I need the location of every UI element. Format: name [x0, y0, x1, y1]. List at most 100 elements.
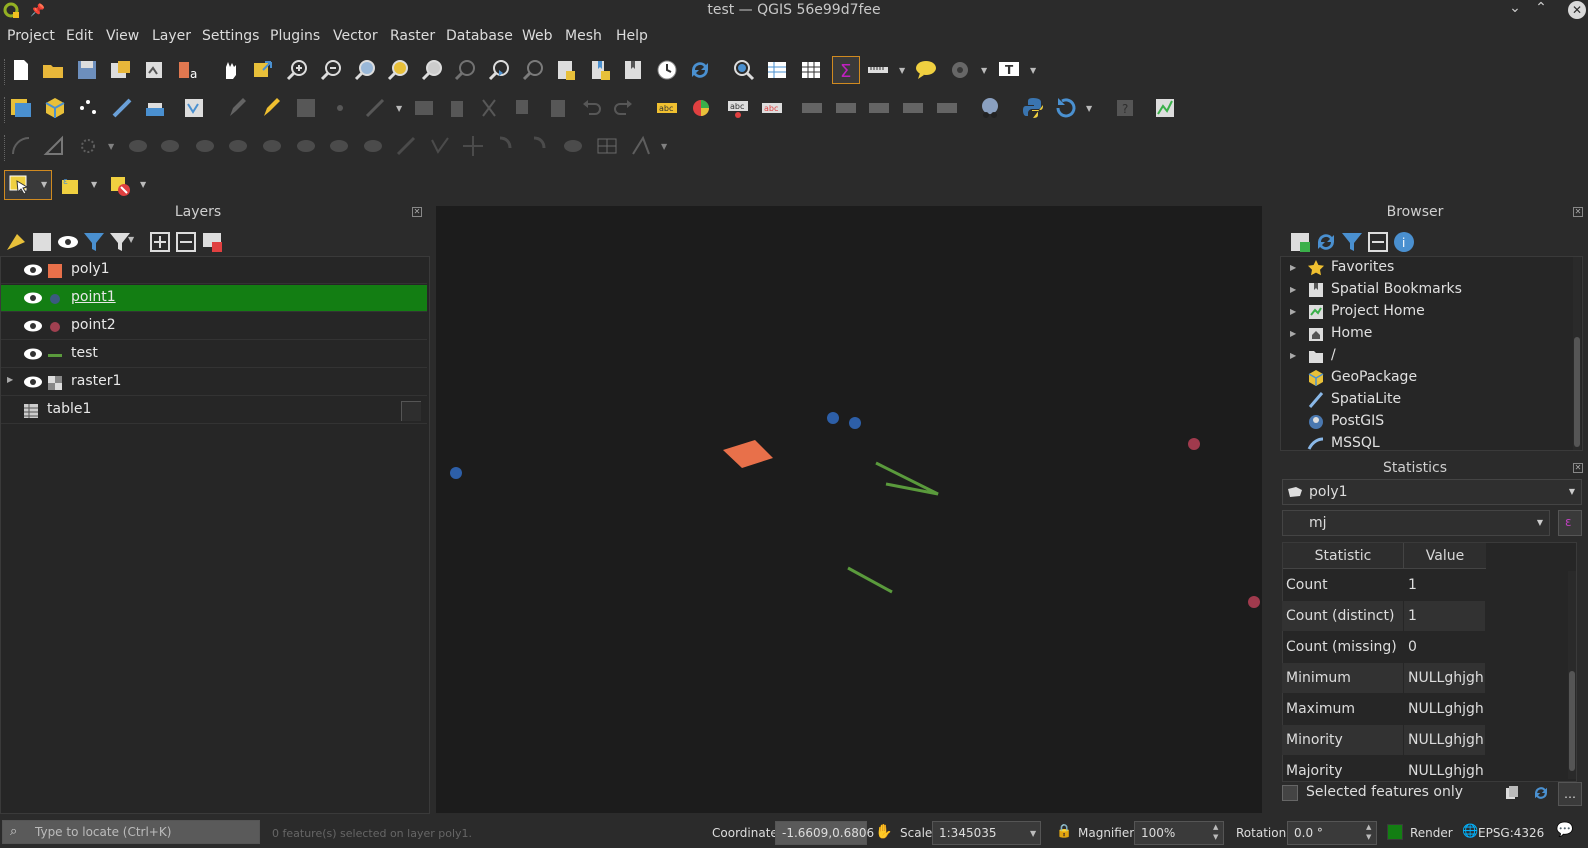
poly1-feature[interactable]	[723, 440, 773, 468]
lock-scale-icon[interactable]: 🔒	[1056, 824, 1072, 839]
scale-feature-icon[interactable]	[595, 134, 619, 158]
visibility-eye-icon[interactable]	[23, 319, 43, 333]
table-row[interactable]: Maximum NULLghjgh	[1282, 694, 1485, 725]
select-by-expression-dropdown-icon[interactable]: ▼	[91, 180, 97, 189]
toolbar-grip[interactable]	[4, 97, 7, 123]
layer-row-point1[interactable]: point1	[1, 285, 427, 312]
spinbox-arrows-icon[interactable]: ▲ ▼	[1366, 822, 1371, 842]
manage-visibility-icon[interactable]	[56, 230, 78, 248]
expression-button[interactable]: ε	[1558, 510, 1582, 536]
remove-layer-icon[interactable]	[200, 230, 222, 252]
expand-arrow-icon[interactable]: ▶	[1290, 329, 1296, 338]
statistical-summary-icon[interactable]: Σ	[832, 56, 860, 84]
show-bookmarks-icon[interactable]	[621, 58, 645, 82]
attribute-table-icon[interactable]	[765, 58, 789, 82]
zoom-out-icon[interactable]	[319, 58, 343, 82]
select-dropdown-icon[interactable]: ▼	[41, 180, 47, 189]
move-feature-icon[interactable]	[629, 134, 653, 158]
new-virtual-layer-icon[interactable]	[143, 96, 167, 120]
messages-icon[interactable]: 💬	[1556, 822, 1573, 838]
statistics-field-combo[interactable]: mj ▼	[1282, 510, 1550, 536]
menu-view[interactable]: View	[106, 28, 139, 44]
unpin-labels-icon[interactable]	[935, 96, 959, 120]
reshape-features-icon[interactable]	[126, 134, 150, 158]
vertex-tool-icon[interactable]	[363, 96, 387, 120]
minimize-button[interactable]: ⌄	[1504, 0, 1526, 16]
zoom-to-layer-icon[interactable]	[420, 58, 444, 82]
expand-arrow-icon[interactable]: ▶	[7, 375, 13, 384]
add-group-icon[interactable]	[30, 230, 51, 251]
browser-filter-icon[interactable]	[1340, 230, 1362, 251]
menu-database[interactable]: Database	[446, 28, 513, 44]
menu-web[interactable]: Web	[522, 28, 553, 44]
magnifier-spinbox[interactable]: 100%	[1134, 821, 1224, 845]
split-features-icon[interactable]	[193, 134, 217, 158]
grass-tools-icon[interactable]	[1153, 96, 1177, 120]
paste-features-icon[interactable]	[546, 96, 570, 120]
field-calculator-icon[interactable]	[799, 58, 823, 82]
new-spatialite-icon[interactable]	[110, 96, 134, 120]
merge-attributes-icon[interactable]	[294, 134, 318, 158]
cut-features-icon[interactable]	[477, 96, 501, 120]
map-tips-icon[interactable]	[914, 58, 938, 82]
crs-globe-icon[interactable]: 🌐	[1462, 824, 1478, 839]
menu-vector[interactable]: Vector	[333, 28, 378, 44]
zoom-in-icon[interactable]	[285, 58, 309, 82]
point1-feature[interactable]	[827, 412, 839, 424]
measure-icon[interactable]	[866, 58, 890, 82]
add-selected-layers-icon[interactable]	[1288, 230, 1310, 252]
pan-to-selection-icon[interactable]	[251, 58, 275, 82]
add-circular-string-icon[interactable]	[9, 134, 33, 158]
coordinate-field[interactable]: -1.6609,0.6806	[775, 821, 874, 845]
layout-manager-icon[interactable]: a	[175, 58, 199, 82]
layers-panel-close-icon[interactable]: ✕	[412, 207, 422, 217]
point2-feature[interactable]	[1188, 438, 1200, 450]
deselect-dropdown-icon[interactable]: ▼	[140, 180, 146, 189]
new-project-icon[interactable]	[9, 58, 33, 82]
layer-row-poly1[interactable]: poly1	[1, 257, 427, 284]
undo-icon[interactable]	[579, 96, 603, 120]
menu-settings[interactable]: Settings	[202, 28, 259, 44]
move-feature-dropdown-icon[interactable]: ▼	[661, 142, 667, 151]
annotation-dropdown-icon[interactable]: ▼	[1030, 66, 1036, 75]
rotate-feature-icon[interactable]	[561, 134, 585, 158]
browser-collapse-icon[interactable]	[1366, 230, 1388, 252]
zoom-next-icon[interactable]	[521, 58, 545, 82]
delete-part-icon[interactable]	[361, 134, 385, 158]
browser-item-spatial-bookmarks[interactable]: ▶ Spatial Bookmarks	[1281, 279, 1571, 301]
browser-item-project-home[interactable]: ▶ Project Home	[1281, 301, 1571, 323]
menu-plugins[interactable]: Plugins	[270, 28, 320, 44]
python-console-icon[interactable]	[1021, 96, 1045, 120]
render-checkbox[interactable]	[1387, 824, 1403, 840]
split-parts-icon[interactable]	[226, 134, 250, 158]
zoom-native-icon[interactable]	[453, 58, 477, 82]
menu-project[interactable]: Project	[7, 28, 55, 44]
pan-icon[interactable]	[218, 58, 242, 82]
table-row[interactable]: Count (distinct) 1	[1282, 601, 1485, 632]
browser-scrollbar[interactable]	[1573, 257, 1581, 450]
statistic-column-header[interactable]: Statistic	[1283, 543, 1404, 569]
advanced-digitizing-icon[interactable]	[42, 134, 66, 158]
table-row[interactable]: Count (missing) 0	[1282, 632, 1485, 663]
statistics-panel-close-icon[interactable]: ✕	[1573, 463, 1583, 473]
menu-raster[interactable]: Raster	[390, 28, 435, 44]
menu-mesh[interactable]: Mesh	[565, 28, 602, 44]
menu-help[interactable]: Help	[616, 28, 648, 44]
current-edits-icon[interactable]	[226, 96, 250, 120]
visibility-eye-icon[interactable]	[23, 347, 43, 361]
browser-item-favorites[interactable]: ▶ Favorites	[1281, 257, 1571, 279]
measure-dropdown-icon[interactable]: ▼	[899, 66, 905, 75]
shape-digitizing-icon[interactable]	[76, 134, 100, 158]
vertex-dropdown-icon[interactable]: ▼	[396, 104, 402, 113]
zoom-full-icon[interactable]	[353, 58, 377, 82]
table-row[interactable]: Minority NULLghjgh	[1282, 725, 1485, 756]
text-annotation-icon[interactable]: T	[997, 58, 1021, 82]
browser-scrollbar-handle[interactable]	[1574, 337, 1580, 447]
open-layer-styling-icon[interactable]	[4, 230, 25, 250]
simplify-icon[interactable]	[428, 134, 452, 158]
toggle-editing-icon[interactable]	[260, 96, 284, 120]
filter-by-expression-icon[interactable]	[108, 230, 130, 251]
expand-all-icon[interactable]	[148, 230, 170, 252]
value-column-header[interactable]: Value	[1404, 543, 1486, 569]
menu-layer[interactable]: Layer	[152, 28, 191, 44]
